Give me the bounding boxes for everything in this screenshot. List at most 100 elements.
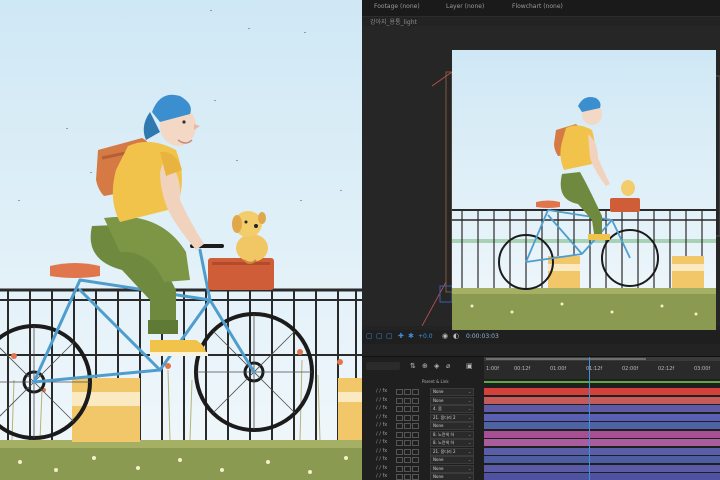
layer-duration-bar[interactable] <box>484 447 720 455</box>
current-time[interactable]: 0:00:03:03 <box>466 333 499 340</box>
switch-box[interactable] <box>404 474 411 480</box>
switch-box[interactable] <box>404 423 411 429</box>
render-icon[interactable]: ▣ <box>466 363 473 370</box>
camera-icon[interactable]: ◉ <box>442 333 449 340</box>
color-icon[interactable]: ✚ <box>398 333 405 340</box>
layer-switches[interactable]: ∕ ∕ fx <box>376 397 387 403</box>
chevron-down-icon[interactable]: ⌄ <box>468 474 471 479</box>
layer-switches[interactable]: ∕ ∕ fx <box>376 405 387 411</box>
layer-switches[interactable]: ∕ ∕ fx <box>376 414 387 420</box>
composition-name[interactable]: 강아지_용통_light <box>370 17 417 26</box>
switch-box[interactable] <box>396 397 403 404</box>
switch-box[interactable] <box>412 465 419 472</box>
layer-row[interactable]: ∕ ∕ fx 8. 노란색 하 ⌄ <box>362 438 484 447</box>
layer-switches[interactable]: ∕ ∕ fx <box>376 431 387 437</box>
switch-box[interactable] <box>404 414 411 421</box>
exposure-value[interactable]: +0.0 <box>418 333 433 340</box>
switch-box[interactable] <box>396 431 403 438</box>
switch-box[interactable] <box>396 389 403 395</box>
switch-box[interactable] <box>412 440 419 446</box>
layer-duration-bar[interactable] <box>484 464 720 472</box>
chevron-down-icon[interactable]: ⌄ <box>468 415 471 420</box>
switch-box[interactable] <box>404 465 411 472</box>
switch-box[interactable] <box>412 414 419 421</box>
layer-duration-bar[interactable] <box>484 473 720 480</box>
switch-box[interactable] <box>396 423 403 429</box>
playhead[interactable] <box>589 357 590 480</box>
switch-box[interactable] <box>404 389 411 395</box>
draft-icon[interactable]: ⊕ <box>422 363 429 370</box>
layer-row[interactable]: ∕ ∕ fx 8. 노란색 하 ⌄ <box>362 430 484 439</box>
switch-box[interactable] <box>404 457 411 463</box>
expand-icon[interactable]: ▢ <box>366 333 373 340</box>
layer-duration-bar[interactable] <box>484 430 720 438</box>
switch-box[interactable] <box>404 397 411 404</box>
layer-row[interactable]: ∕ ∕ fx 21. 몸다리 2 ⌄ <box>362 447 484 456</box>
chevron-down-icon[interactable]: ⌄ <box>468 449 471 454</box>
layer-switches[interactable]: ∕ ∕ fx <box>376 422 387 428</box>
layer-switches[interactable]: ∕ ∕ fx <box>376 465 387 471</box>
chevron-down-icon[interactable]: ⌄ <box>468 423 471 428</box>
composition-viewer[interactable] <box>362 26 720 334</box>
layer-duration-bar[interactable] <box>484 422 720 429</box>
switch-box[interactable] <box>412 423 419 429</box>
layer-duration-bar[interactable] <box>484 456 720 463</box>
layer-duration-bar[interactable] <box>484 388 720 395</box>
chevron-down-icon[interactable]: ⌄ <box>468 457 471 462</box>
switch-box[interactable] <box>396 465 403 472</box>
switch-box[interactable] <box>396 406 403 412</box>
switch-box[interactable] <box>396 414 403 421</box>
switch-box[interactable] <box>412 431 419 438</box>
layer-switches[interactable]: ∕ ∕ fx <box>376 473 387 479</box>
chevron-down-icon[interactable]: ⌄ <box>468 466 471 471</box>
layer-search[interactable] <box>366 362 400 370</box>
switch-box[interactable] <box>396 474 403 480</box>
switch-box[interactable] <box>396 440 403 446</box>
chevron-down-icon[interactable]: ⌄ <box>468 389 471 394</box>
layer-row[interactable]: ∕ ∕ fx None ⌄ <box>362 421 484 430</box>
switch-box[interactable] <box>404 440 411 446</box>
work-area[interactable] <box>484 357 720 361</box>
switch-box[interactable] <box>404 406 411 412</box>
switch-box[interactable] <box>396 448 403 455</box>
switch-box[interactable] <box>412 457 419 463</box>
layer-duration-bar[interactable] <box>484 439 720 446</box>
tab-layer[interactable]: Layer (none) <box>446 3 484 10</box>
grid-icon[interactable]: ▢ <box>376 333 383 340</box>
layer-row[interactable]: ∕ ∕ fx None ⌄ <box>362 472 484 480</box>
snapshot-icon[interactable]: ◐ <box>453 333 460 340</box>
graph-editor-icon[interactable]: ⇅ <box>410 363 417 370</box>
frame-blend-icon[interactable]: ⌀ <box>446 363 453 370</box>
chevron-down-icon[interactable]: ⌄ <box>468 398 471 403</box>
layer-switches[interactable]: ∕ ∕ fx <box>376 448 387 454</box>
layer-switches[interactable]: ∕ ∕ fx <box>376 456 387 462</box>
layer-switches[interactable]: ∕ ∕ fx <box>376 439 387 445</box>
switch-box[interactable] <box>412 406 419 412</box>
composition-frame[interactable] <box>449 50 719 334</box>
layer-switches[interactable]: ∕ ∕ fx <box>376 388 387 394</box>
settings-icon[interactable]: ✱ <box>408 333 415 340</box>
switch-box[interactable] <box>412 397 419 404</box>
time-ruler[interactable]: 1:00f 00:12f 01:00f 01:12f 02:00f 02:12f… <box>484 357 720 383</box>
mask-icon[interactable]: ▢ <box>386 333 393 340</box>
switch-box[interactable] <box>412 448 419 455</box>
chevron-down-icon[interactable]: ⌄ <box>468 406 471 411</box>
switch-box[interactable] <box>396 457 403 463</box>
chevron-down-icon[interactable]: ⌄ <box>468 432 471 437</box>
switch-box[interactable] <box>412 389 419 395</box>
layer-duration-bar[interactable] <box>484 405 720 412</box>
switch-box[interactable] <box>404 431 411 438</box>
motion-blur-icon[interactable]: ◈ <box>434 363 441 370</box>
tab-footage[interactable]: Footage (none) <box>374 3 420 10</box>
layer-row[interactable]: ∕ ∕ fx None ⌄ <box>362 464 484 473</box>
switch-box[interactable] <box>404 448 411 455</box>
layer-row[interactable]: ∕ ∕ fx None ⌄ <box>362 396 484 405</box>
layer-row[interactable]: ∕ ∕ fx 21. 몸다리 2 ⌄ <box>362 413 484 422</box>
layer-row[interactable]: ∕ ∕ fx None ⌄ <box>362 455 484 464</box>
switch-box[interactable] <box>412 474 419 480</box>
tab-flowchart[interactable]: Flowchart (none) <box>512 3 563 10</box>
layer-duration-bar[interactable] <box>484 396 720 404</box>
layer-duration-bar[interactable] <box>484 413 720 421</box>
chevron-down-icon[interactable]: ⌄ <box>468 440 471 445</box>
layer-row[interactable]: ∕ ∕ fx 4. 몸 ⌄ <box>362 404 484 413</box>
